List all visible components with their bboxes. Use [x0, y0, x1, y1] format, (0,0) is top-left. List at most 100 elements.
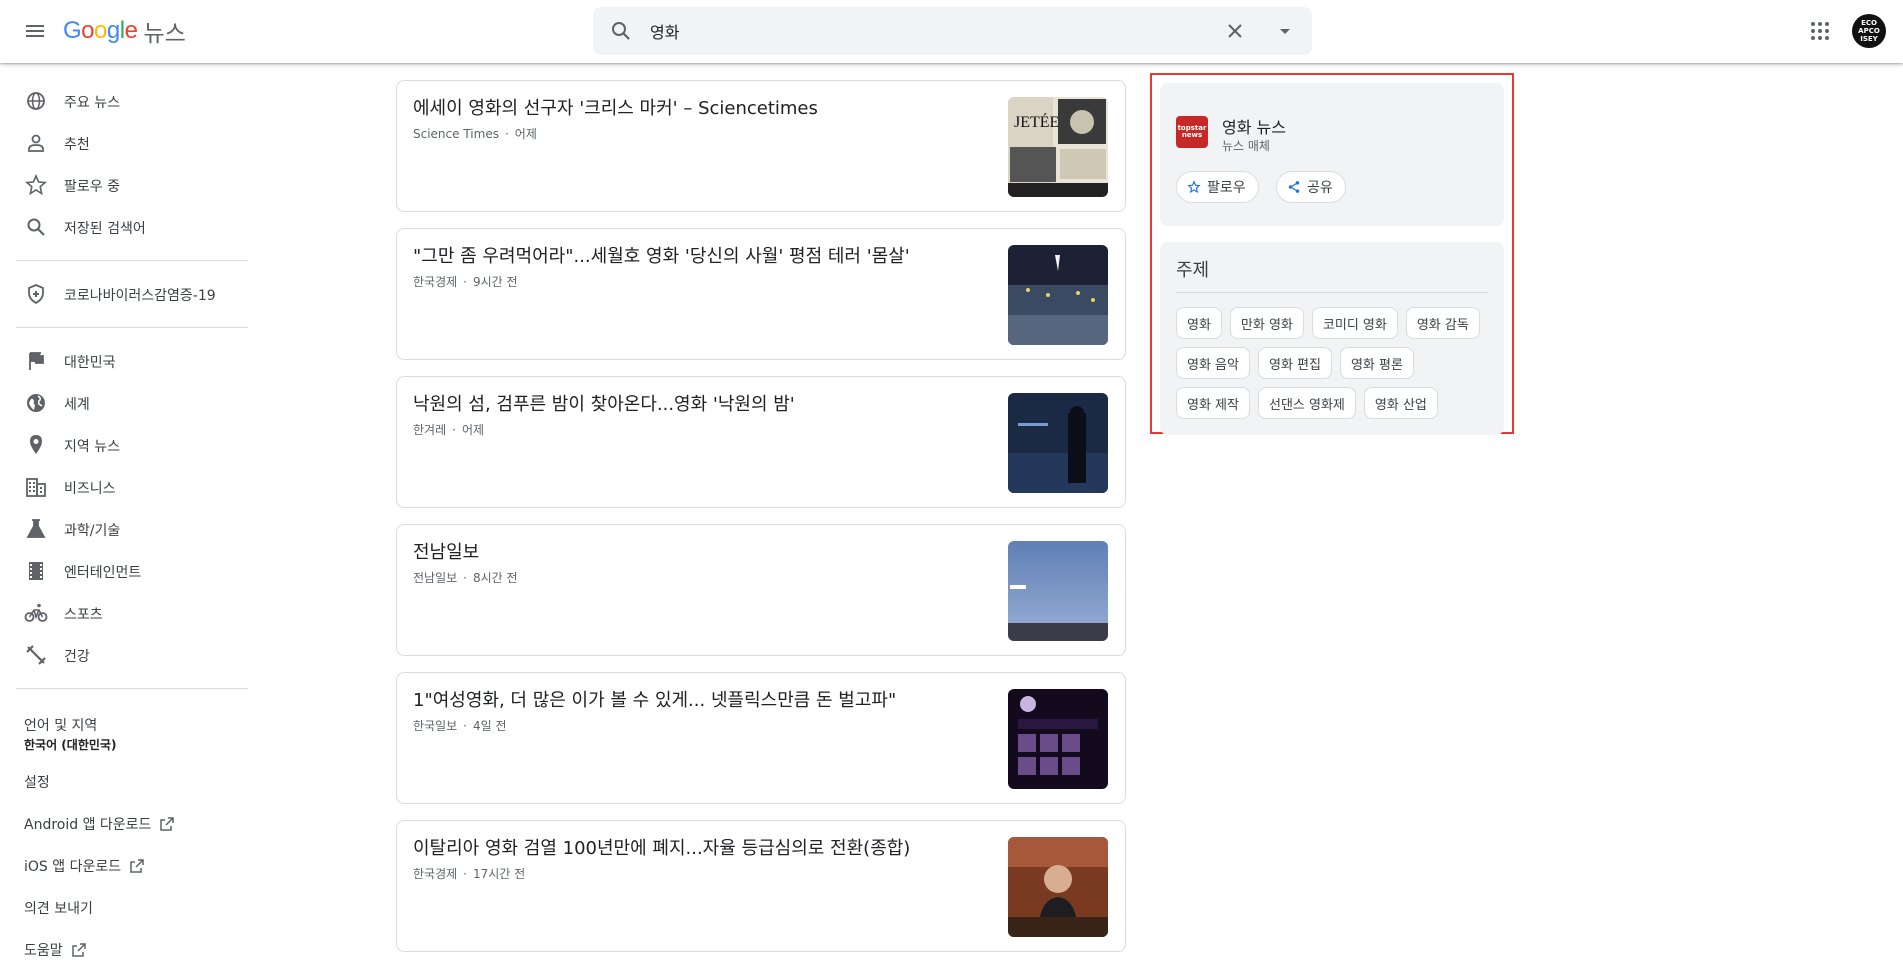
search-icon[interactable]: [609, 19, 633, 43]
film-icon: [29, 562, 43, 580]
search-icon: [27, 218, 45, 236]
sidebar-item-for-you[interactable]: 추천: [0, 122, 250, 164]
dropdown-arrow-icon[interactable]: [1273, 19, 1297, 43]
publication-name: 영화 뉴스: [1222, 118, 1286, 137]
topic-chip[interactable]: 영화 감독: [1405, 307, 1480, 339]
external-link-icon: [130, 859, 144, 873]
article-time: 4일 전: [473, 719, 507, 733]
sidebar-item-label: 코로나바이러스감염증-19: [64, 288, 216, 304]
article-title[interactable]: 에세이 영화의 선구자 '크리스 마커' – Sciencetimes: [413, 97, 993, 121]
article-source: 전남일보: [413, 571, 458, 585]
sidebar-item-health[interactable]: 건강: [0, 634, 250, 676]
sidebar-item-world[interactable]: 세계: [0, 382, 250, 424]
topic-chip[interactable]: 코미디 영화: [1311, 307, 1398, 339]
sidebar-item-label: 추천: [64, 137, 90, 153]
sidebar-item-korea[interactable]: 대한민국: [0, 340, 250, 382]
star-icon: [1187, 180, 1201, 194]
article-card[interactable]: "그만 좀 우려먹어라"...세월호 영화 '당신의 사월' 평점 테러 '몸살…: [396, 228, 1126, 360]
article-meta: 한국경제 · 9시간 전: [413, 275, 518, 289]
ios-app-download-label: iOS 앱 다운로드: [24, 859, 122, 875]
article-meta: 한겨레 · 어제: [413, 423, 485, 437]
sidebar-item-business[interactable]: 비즈니스: [0, 466, 250, 508]
settings-link[interactable]: 설정: [0, 761, 250, 803]
search-box: [593, 7, 1312, 55]
sidebar-item-following[interactable]: 팔로우 중: [0, 164, 250, 206]
article-thumbnail[interactable]: [1008, 689, 1108, 789]
article-time: 어제: [514, 127, 537, 141]
world-icon: [27, 394, 45, 412]
settings-label: 설정: [24, 775, 50, 791]
article-title[interactable]: 전남일보: [413, 541, 993, 565]
android-app-download-link[interactable]: Android 앱 다운로드: [0, 803, 250, 845]
sidebar-divider: [16, 260, 248, 261]
article-card[interactable]: 전남일보 전남일보 · 8시간 전: [396, 524, 1126, 656]
external-link-icon: [160, 817, 175, 831]
follow-button[interactable]: 팔로우: [1176, 171, 1259, 203]
search-input[interactable]: [650, 19, 1170, 43]
sidebar-item-local-news[interactable]: 지역 뉴스: [0, 424, 250, 466]
share-label: 공유: [1307, 180, 1333, 196]
svg-text:JETÉE: JETÉE: [1014, 112, 1059, 131]
sidebar-item-label: 팔로우 중: [64, 179, 120, 195]
publication-logo-line2: news: [1181, 131, 1203, 139]
topic-chip[interactable]: 선댄스 영화제: [1257, 387, 1356, 419]
menu-icon[interactable]: [23, 19, 47, 43]
building-icon: [26, 478, 46, 497]
sidebar-item-label: 스포츠: [64, 607, 103, 623]
close-icon[interactable]: [1223, 19, 1247, 43]
article-time: 어제: [461, 423, 485, 437]
article-title[interactable]: 이탈리아 영화 검열 100년만에 폐지...자율 등급심의로 전환(종합): [413, 837, 993, 861]
help-label: 도움말: [24, 943, 63, 959]
article-source: 한국경제: [413, 275, 458, 289]
sidebar-item-science-tech[interactable]: 과학/기술: [0, 508, 250, 550]
topic-chip[interactable]: 영화 산업: [1363, 387, 1438, 419]
article-card[interactable]: 에세이 영화의 선구자 '크리스 마커' – Sciencetimes Scie…: [396, 80, 1126, 212]
apps-grid-icon[interactable]: [1808, 19, 1832, 43]
language-region-label: 언어 및 지역: [24, 718, 98, 734]
publication-logo[interactable]: topstar news: [1176, 116, 1208, 148]
send-feedback-link[interactable]: 의견 보내기: [0, 887, 250, 929]
sidebar-item-label: 비즈니스: [64, 481, 116, 497]
topic-chip[interactable]: 만화 영화: [1229, 307, 1304, 339]
topic-chip[interactable]: 영화: [1176, 307, 1222, 339]
article-card[interactable]: 낙원의 섬, 검푸른 밤이 찾아온다...영화 '낙원의 밤' 한겨레 · 어제: [396, 376, 1126, 508]
article-thumbnail[interactable]: [1008, 393, 1108, 493]
topic-chip[interactable]: 영화 제작: [1176, 387, 1250, 419]
share-button[interactable]: 공유: [1276, 171, 1346, 203]
article-thumbnail[interactable]: [1008, 245, 1108, 345]
sidebar-item-label: 지역 뉴스: [64, 439, 120, 455]
article-thumbnail[interactable]: [1008, 541, 1108, 641]
article-card[interactable]: 1"여성영화, 더 많은 이가 볼 수 있게... 넷플릭스만큼 돈 벌고파" …: [396, 672, 1126, 804]
article-source: 한국일보: [413, 719, 458, 733]
account-avatar[interactable]: ECO APCO ISEY: [1852, 14, 1886, 48]
sidebar-item-label: 건강: [64, 649, 90, 665]
send-feedback-label: 의견 보내기: [24, 901, 93, 917]
sidebar-item-covid19[interactable]: 코로나바이러스감염증-19: [0, 273, 250, 315]
globe-icon: [27, 92, 45, 110]
sidebar-item-label: 엔터테인먼트: [64, 565, 142, 581]
sidebar-item-top-stories[interactable]: 주요 뉴스: [0, 80, 250, 122]
article-thumbnail[interactable]: JETÉE: [1008, 97, 1108, 197]
topic-chip[interactable]: 영화 평론: [1339, 347, 1414, 379]
person-icon: [28, 134, 44, 152]
avatar-text: ECO APCO ISEY: [1858, 19, 1880, 43]
publication-card: topstar news 영화 뉴스 뉴스 매체 팔로우 공유: [1160, 83, 1504, 226]
flag-icon: [29, 352, 44, 370]
sidebar-item-saved-searches[interactable]: 저장된 검색어: [0, 206, 250, 248]
language-region-setting[interactable]: 언어 및 지역 한국어 (대한민국): [0, 701, 250, 761]
google-news-logo[interactable]: Google 뉴스: [63, 14, 186, 48]
sidebar-item-entertainment[interactable]: 엔터테인먼트: [0, 550, 250, 592]
follow-label: 팔로우: [1207, 180, 1246, 196]
topic-chip[interactable]: 영화 음악: [1176, 347, 1250, 379]
article-meta: Science Times · 어제: [413, 127, 537, 141]
article-meta: 한국경제 · 17시간 전: [413, 867, 526, 881]
article-title[interactable]: 1"여성영화, 더 많은 이가 볼 수 있게... 넷플릭스만큼 돈 벌고파": [413, 689, 993, 713]
article-title[interactable]: 낙원의 섬, 검푸른 밤이 찾아온다...영화 '낙원의 밤': [413, 393, 993, 417]
article-thumbnail[interactable]: [1008, 837, 1108, 937]
ios-app-download-link[interactable]: iOS 앱 다운로드: [0, 845, 250, 887]
topic-chip[interactable]: 영화 편집: [1257, 347, 1332, 379]
sidebar-item-sports[interactable]: 스포츠: [0, 592, 250, 634]
article-title[interactable]: "그만 좀 우려먹어라"...세월호 영화 '당신의 사월' 평점 테러 '몸살…: [413, 245, 993, 269]
article-list: 에세이 영화의 선구자 '크리스 마커' – Sciencetimes Scie…: [396, 80, 1126, 968]
article-card[interactable]: 이탈리아 영화 검열 100년만에 폐지...자율 등급심의로 전환(종합) 한…: [396, 820, 1126, 952]
